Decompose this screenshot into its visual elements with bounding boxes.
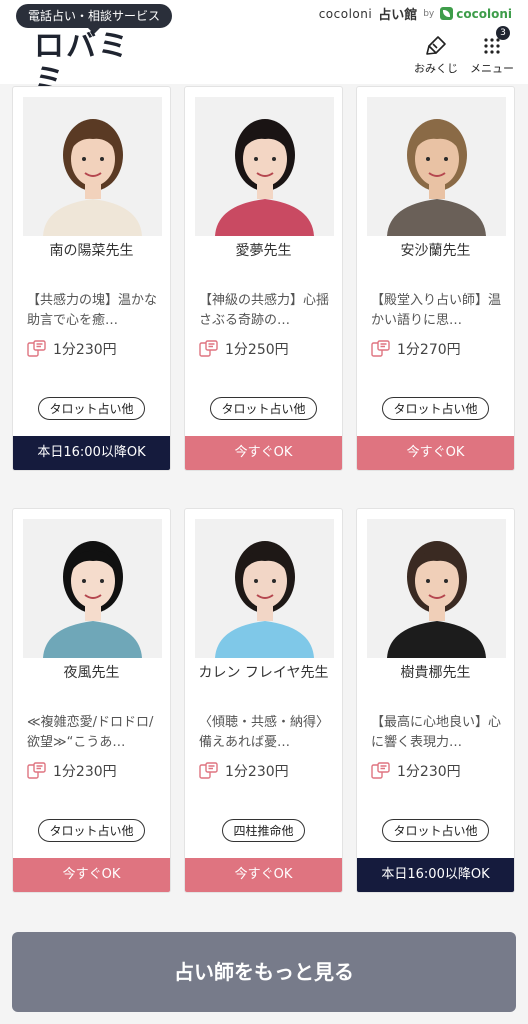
phone-price-icon bbox=[27, 762, 46, 779]
portrait-illustration bbox=[367, 97, 506, 236]
phone-price-icon bbox=[199, 340, 218, 357]
genre-tag-row: タロット占い他 bbox=[13, 819, 170, 842]
genre-tag[interactable]: タロット占い他 bbox=[38, 397, 145, 420]
fortune-teller-name[interactable]: 安沙蘭先生 bbox=[363, 241, 508, 261]
fortune-teller-photo[interactable] bbox=[23, 97, 162, 236]
fortune-teller-card[interactable]: カレン フレイヤ先生〈傾聴・共感・納得〉備えあれば憂… 1分230円四柱推命他今す… bbox=[184, 508, 343, 893]
omikuji-label: おみくじ bbox=[414, 62, 458, 75]
genre-tag[interactable]: タロット占い他 bbox=[382, 819, 489, 842]
fortune-teller-card[interactable]: 樹貴梛先生【最高に心地良い】心に響く表現力… 1分230円タロット占い他本日16:… bbox=[356, 508, 515, 893]
portrait-illustration bbox=[23, 97, 162, 236]
fortune-teller-card[interactable]: 南の陽菜先生【共感力の塊】温かな助言で心を癒… 1分230円タロット占い他本日16… bbox=[12, 86, 171, 471]
price-row: 1分230円 bbox=[27, 339, 117, 359]
availability-status[interactable]: 本日16:00以降OK bbox=[357, 858, 514, 892]
phone-price-icon bbox=[27, 340, 46, 357]
portrait-illustration bbox=[367, 519, 506, 658]
genre-tag-row: 四柱推命他 bbox=[185, 819, 342, 842]
menu-button[interactable]: 3 メニュー bbox=[466, 26, 518, 76]
price-row: 1分230円 bbox=[371, 761, 461, 781]
fortune-teller-card[interactable]: 安沙蘭先生【殿堂入り占い師】温かい語りに思… 1分270円タロット占い他今すぐOK bbox=[356, 86, 515, 471]
price-per-minute: 1分230円 bbox=[53, 342, 117, 358]
price-row: 1分230円 bbox=[199, 761, 289, 781]
omikuji-button[interactable]: おみくじ bbox=[410, 34, 462, 76]
availability-status[interactable]: 今すぐOK bbox=[185, 436, 342, 470]
fortune-teller-name[interactable]: 南の陽菜先生 bbox=[19, 241, 164, 261]
phone-price-icon bbox=[371, 340, 390, 357]
phone-price-icon bbox=[199, 762, 218, 779]
genre-tag[interactable]: タロット占い他 bbox=[210, 397, 317, 420]
brand-parent: cocoloni bbox=[440, 7, 512, 21]
fortune-teller-photo[interactable] bbox=[195, 519, 334, 658]
fortune-teller-name[interactable]: 夜風先生 bbox=[19, 663, 164, 683]
site-header: 電話占い・相談サービス ロバミミ roba mimi cocoloni 占い館 … bbox=[0, 0, 528, 112]
fortune-teller-name[interactable]: 樹貴梛先生 bbox=[363, 663, 508, 683]
price-per-minute: 1分230円 bbox=[225, 764, 289, 780]
fortune-teller-name[interactable]: 愛夢先生 bbox=[191, 241, 336, 261]
portrait-illustration bbox=[23, 519, 162, 658]
see-more-fortune-tellers-button[interactable]: 占い師をもっと見る bbox=[12, 932, 516, 1012]
fortune-teller-photo[interactable] bbox=[23, 519, 162, 658]
genre-tag[interactable]: タロット占い他 bbox=[38, 819, 145, 842]
genre-tag-row: タロット占い他 bbox=[185, 397, 342, 420]
fortune-teller-photo[interactable] bbox=[367, 97, 506, 236]
genre-tag-row: タロット占い他 bbox=[357, 819, 514, 842]
genre-tag-row: タロット占い他 bbox=[13, 397, 170, 420]
price-per-minute: 1分270円 bbox=[397, 342, 461, 358]
fortune-teller-description: 【神級の共感力】心揺さぶる奇跡の… bbox=[199, 293, 330, 328]
genre-tag-row: タロット占い他 bbox=[357, 397, 514, 420]
genre-tag[interactable]: タロット占い他 bbox=[382, 397, 489, 420]
genre-tag[interactable]: 四柱推命他 bbox=[222, 819, 305, 842]
brand-kan: 占い館 bbox=[378, 8, 418, 23]
fortune-teller-description: 〈傾聴・共感・納得〉備えあれば憂… bbox=[199, 715, 330, 750]
fortune-teller-description: 【殿堂入り占い師】温かい語りに思… bbox=[371, 293, 502, 328]
brand-parent-name: cocoloni bbox=[456, 6, 512, 21]
cocoloni-leaf-icon bbox=[440, 7, 454, 20]
phone-price-icon bbox=[371, 762, 390, 779]
availability-status[interactable]: 本日16:00以降OK bbox=[13, 436, 170, 470]
fortune-teller-photo[interactable] bbox=[195, 97, 334, 236]
menu-notification-badge: 3 bbox=[496, 26, 510, 40]
price-row: 1分230円 bbox=[27, 761, 117, 781]
brand-name: cocoloni bbox=[318, 6, 373, 21]
fortune-teller-description: ≪複雑恋愛/ドロドロ/欲望≫“こうあ… bbox=[27, 715, 154, 750]
availability-status[interactable]: 今すぐOK bbox=[185, 858, 342, 892]
price-row: 1分270円 bbox=[371, 339, 461, 359]
availability-status[interactable]: 今すぐOK bbox=[357, 436, 514, 470]
portrait-illustration bbox=[195, 519, 334, 658]
service-badge: 電話占い・相談サービス bbox=[16, 4, 173, 34]
price-per-minute: 1分250円 bbox=[225, 342, 289, 358]
price-per-minute: 1分230円 bbox=[397, 764, 461, 780]
availability-status[interactable]: 今すぐOK bbox=[13, 858, 170, 892]
price-row: 1分250円 bbox=[199, 339, 289, 359]
fortune-teller-photo[interactable] bbox=[367, 519, 506, 658]
fortune-teller-card[interactable]: 愛夢先生【神級の共感力】心揺さぶる奇跡の… 1分250円タロット占い他今すぐOK bbox=[184, 86, 343, 471]
portrait-illustration bbox=[195, 97, 334, 236]
fortune-teller-name[interactable]: カレン フレイヤ先生 bbox=[191, 663, 336, 683]
omikuji-icon bbox=[426, 36, 446, 55]
menu-label: メニュー bbox=[470, 62, 514, 75]
brand-by: by bbox=[423, 8, 435, 19]
brand-link[interactable]: cocoloni 占い館 by cocoloni bbox=[318, 4, 512, 24]
fortune-teller-card[interactable]: 夜風先生 ≪複雑恋愛/ドロドロ/欲望≫“こうあ… 1分230円タロット占い他今すぐO… bbox=[12, 508, 171, 893]
fortune-teller-description: 【最高に心地良い】心に響く表現力… bbox=[371, 715, 502, 750]
fortune-teller-description: 【共感力の塊】温かな助言で心を癒… bbox=[27, 293, 158, 328]
price-per-minute: 1分230円 bbox=[53, 764, 117, 780]
